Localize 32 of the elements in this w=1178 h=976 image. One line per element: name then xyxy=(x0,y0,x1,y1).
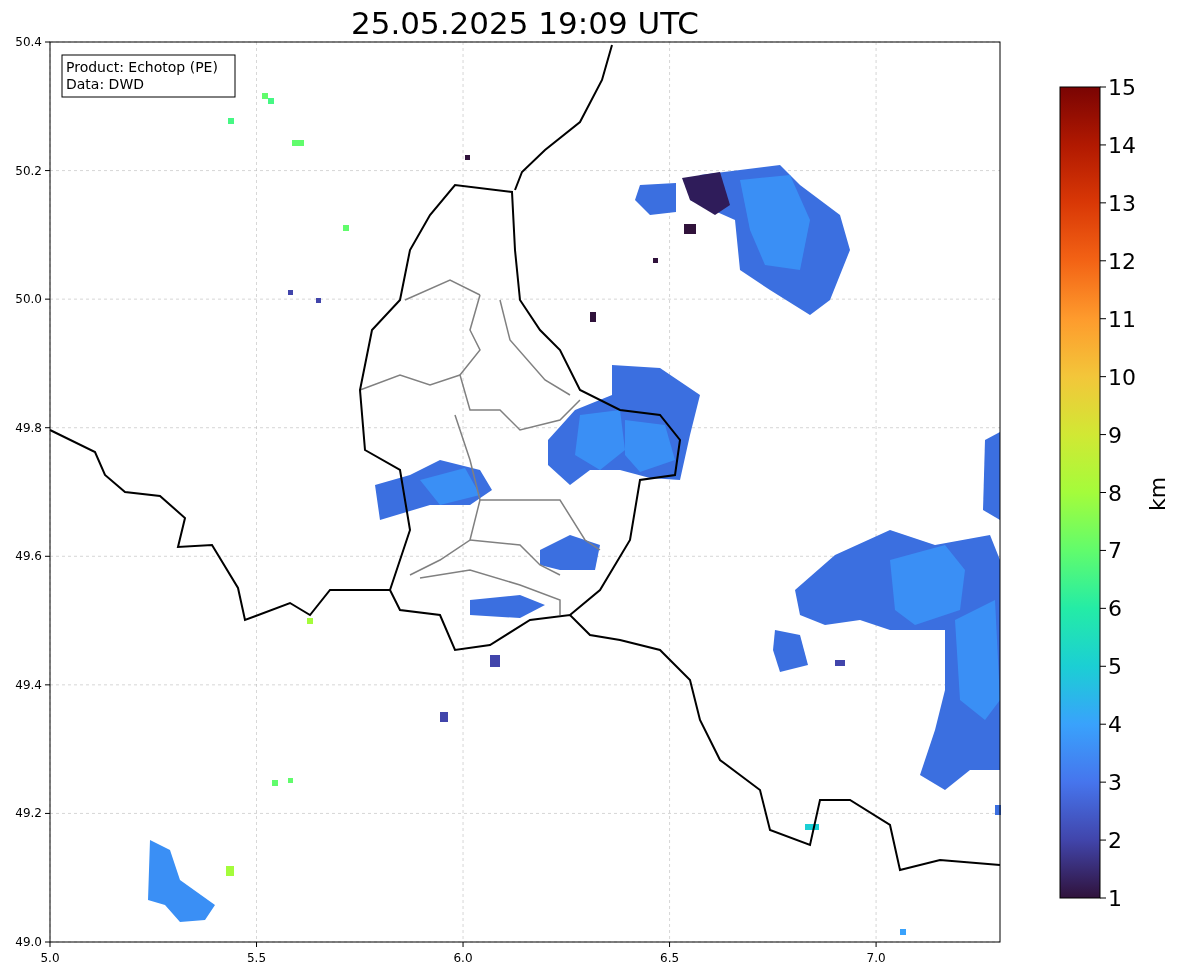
x-tick-label: 7.0 xyxy=(866,951,886,965)
y-tick-label: 49.6 xyxy=(15,549,42,564)
colorbar-tick-label: 4 xyxy=(1108,712,1122,738)
x-tick-label: 6.5 xyxy=(660,951,680,965)
colorbar-tick-label: 11 xyxy=(1108,306,1136,332)
colorbar-tick-label: 3 xyxy=(1108,770,1122,796)
x-tick-label: 5.5 xyxy=(246,951,267,965)
y-tick-label: 49.0 xyxy=(15,935,42,949)
colorbar-tick-label: 5 xyxy=(1108,654,1122,680)
colorbar-tick-label: 2 xyxy=(1108,828,1122,854)
y-tick-label: 49.8 xyxy=(15,420,42,435)
chart-title: 25.05.2025 19:09 UTC xyxy=(351,5,699,41)
colorbar-tick-label: 1 xyxy=(1108,886,1122,911)
y-tick-label: 49.4 xyxy=(15,677,42,692)
colorbar-tick-label: 9 xyxy=(1108,422,1122,448)
y-tick-label: 49.2 xyxy=(15,806,42,821)
y-tick-label: 50.2 xyxy=(15,163,42,178)
colorbar-tick-label: 10 xyxy=(1108,364,1136,390)
x-tick-label: 5.0 xyxy=(40,951,60,965)
y-tick-label: 50.0 xyxy=(15,292,42,307)
colorbar-tick-label: 14 xyxy=(1108,132,1136,158)
colorbar-label: km xyxy=(1145,476,1170,512)
info-text: Data: DWD xyxy=(66,76,144,92)
colorbar-tick-label: 15 xyxy=(1108,75,1136,100)
x-tick-label: 6.0 xyxy=(453,951,473,965)
colorbar-tick-label: 7 xyxy=(1108,538,1122,564)
colorbar-tick-label: 8 xyxy=(1108,480,1122,506)
info-text: Product: Echotop (PE) xyxy=(66,59,218,75)
colorbar-tick-label: 12 xyxy=(1108,248,1136,274)
colorbar-tick-label: 13 xyxy=(1108,190,1136,216)
y-tick-label: 50.4 xyxy=(15,35,42,49)
colorbar-tick-label: 6 xyxy=(1108,596,1122,622)
